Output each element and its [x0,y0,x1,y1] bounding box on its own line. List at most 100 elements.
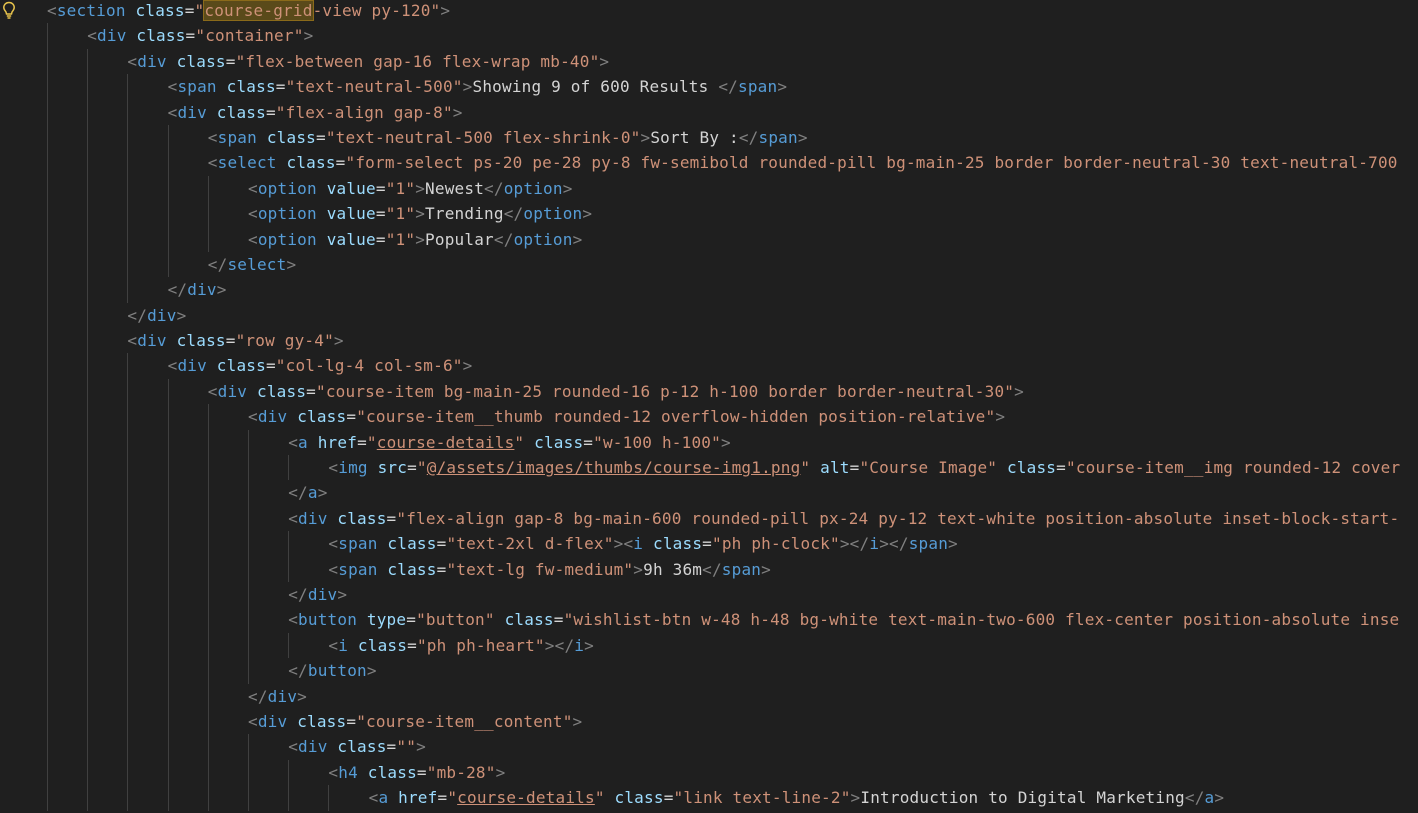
bracket-token: </ [288,483,308,503]
tag-token: span [721,559,762,579]
code-line[interactable]: </div> [47,277,1418,303]
tag-token: div [298,737,328,757]
indent-guide [288,632,290,659]
text-token: = [583,432,594,452]
bracket-token: < [248,204,258,224]
attr-token: value [326,178,376,198]
bracket-token: </ [554,635,575,655]
attr-token: class [357,635,408,655]
code-line[interactable]: <h4 class="mb-28"> [47,759,1418,786]
tag-token: span [338,559,378,579]
text-token: = [375,204,386,224]
code-line[interactable]: </a> [47,480,1418,506]
text-token: = [375,178,386,198]
code-line[interactable]: <div class="flex-align gap-8"> [47,99,1418,125]
indent-guide [87,48,89,75]
indent-guide [87,581,89,608]
attr-token: class [266,127,316,147]
code-line[interactable]: <div class="course-item__thumb rounded-1… [47,404,1418,430]
tag-token: div [257,407,288,427]
code-line[interactable]: <span class="text-lg fw-medium">9h 36m</… [47,556,1418,582]
code-line[interactable]: <div class=""> [47,734,1418,760]
attr-token: class [1006,458,1057,478]
code-line[interactable]: <div class="flex-between gap-16 flex-wra… [47,48,1418,75]
tag-token: div [177,102,207,122]
code-line[interactable]: <option value="1">Trending</option> [47,201,1418,227]
indent-guide [248,785,249,811]
text-token: = [1056,458,1066,478]
indent-guide [248,759,249,786]
code-line[interactable]: </select> [47,251,1418,278]
text-token: = [346,407,357,427]
code-line[interactable]: <img src="@/assets/images/thumbs/course-… [47,455,1418,481]
bracket-token: > [572,229,583,249]
attr-token: class [337,508,387,528]
code-line[interactable]: <option value="1">Newest</option> [47,175,1418,202]
code-line[interactable]: <div class="row gy-4"> [47,328,1418,354]
tag-token: div [177,356,207,376]
bracket-token: < [127,51,138,71]
bracket-token: < [288,737,299,757]
code-line[interactable]: <a href="course-details" class="w-100 h-… [47,429,1418,456]
code-line[interactable]: <i class="ph ph-heart"></i> [47,632,1418,659]
indent-guide [87,251,89,278]
code-line[interactable]: <div class="container"> [47,23,1418,49]
text-token: = [553,610,564,630]
text-token: 9h 36m [643,559,703,579]
lightbulb-icon[interactable] [0,0,18,20]
code-line[interactable]: </div> [47,581,1418,608]
bracket-token: > [544,635,555,655]
bracket-token: </ [248,686,268,706]
code-line[interactable]: <option value="1">Popular</option> [47,226,1418,252]
attr-token: class [652,534,703,554]
code-line[interactable]: <section class="course-grid-view py-120"… [47,0,1418,23]
code-line[interactable]: <span class="text-neutral-500">Showing 9… [47,74,1418,100]
bracket-token: > [582,204,593,224]
indent-guide [47,556,48,582]
bracket-token: > [948,534,958,554]
indent-guide [87,277,89,303]
code-line[interactable]: <div class="col-lg-4 col-sm-6"> [47,353,1418,379]
indent-guide [167,480,169,506]
code-line[interactable]: <span class="text-2xl d-flex"><i class="… [47,531,1418,557]
text-token: = [335,153,346,173]
text-token: = [407,458,417,478]
code-line[interactable]: <span class="text-neutral-500 flex-shrin… [47,124,1418,151]
string-token: "" [396,737,417,757]
tag-token: div [137,331,167,351]
code-editor[interactable]: <section class="course-grid-view py-120"… [0,0,1418,813]
indent-guide [127,480,129,506]
code-line[interactable]: <div class="course-item bg-main-25 round… [47,378,1418,405]
indent-guide [87,150,89,176]
indent-guide [47,581,48,608]
code-line[interactable]: <div class="flex-align gap-8 bg-main-600… [47,505,1418,532]
tag-token: span [758,127,798,147]
string-token: "mb-28" [426,762,496,782]
code-line[interactable]: <select class="form-select ps-20 pe-28 p… [47,150,1418,176]
indent-guide [47,378,48,405]
text-token: = [849,458,860,478]
bracket-token: > [495,762,506,782]
code-line[interactable]: <button type="button" class="wishlist-bt… [47,607,1418,633]
code-line[interactable]: <div class="course-item__content"> [47,708,1418,735]
indent-guide [47,531,48,557]
code-line[interactable]: </button> [47,658,1418,684]
code-area[interactable]: <section class="course-grid-view py-120"… [47,0,1418,811]
bracket-token: </ [702,559,722,579]
code-line[interactable]: </div> [47,683,1418,709]
string-token: "1" [385,204,416,224]
code-line[interactable]: </div> [47,302,1418,329]
code-line[interactable]: <a href="course-details" class="link tex… [47,785,1418,811]
bracket-token: < [248,229,258,249]
attr-token: class [176,51,226,71]
indent-guide [207,455,209,481]
indent-guide [248,632,249,659]
string-token: "text-2xl d-flex" [446,534,614,554]
attr-token: class [337,737,387,757]
indent-guide [127,658,129,684]
